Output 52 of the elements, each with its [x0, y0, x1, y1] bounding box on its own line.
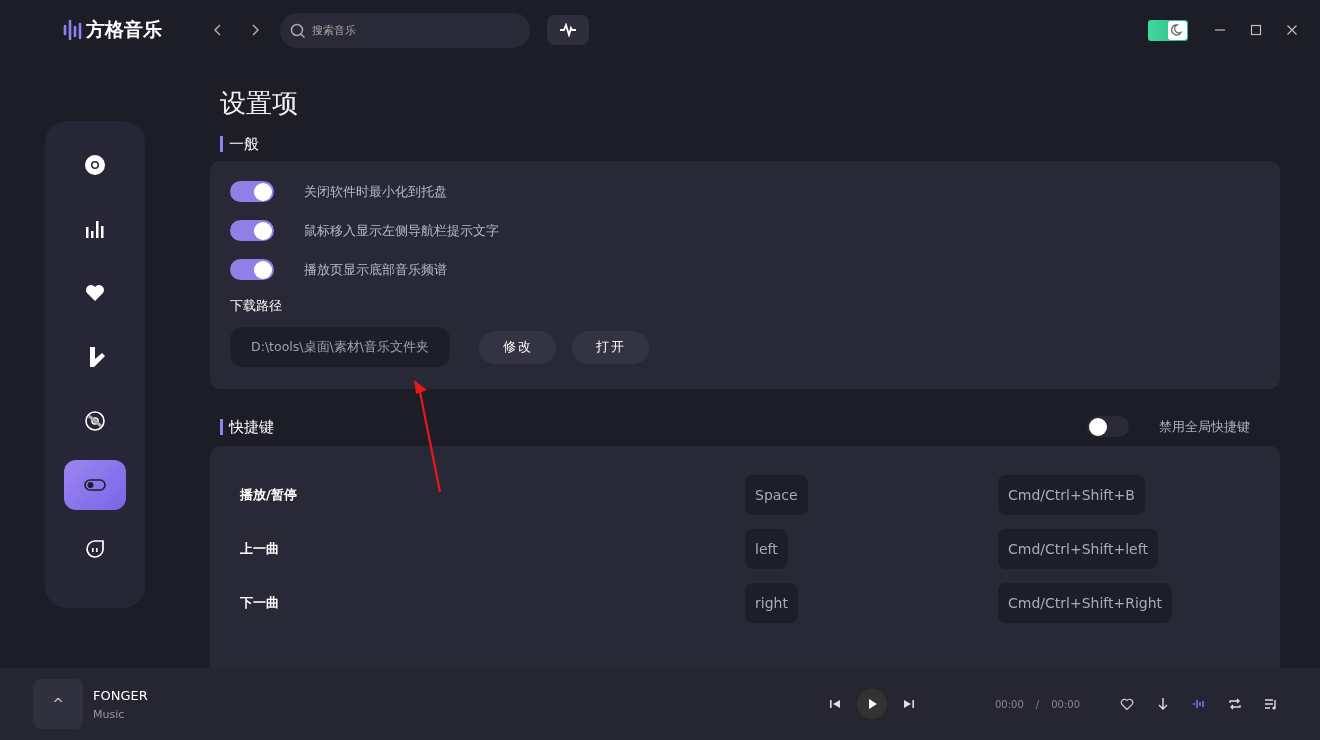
key-binding[interactable]: left: [745, 529, 788, 569]
disc-icon: [84, 154, 106, 176]
song-artist: Music: [93, 707, 126, 721]
time-separator: /: [1035, 698, 1040, 710]
logo-icon: [62, 18, 82, 42]
key-binding[interactable]: Cmd/Ctrl+Shift+Right: [998, 583, 1173, 623]
key-binding[interactable]: Cmd/Ctrl+Shift+left: [998, 529, 1158, 569]
app-name: 方格音乐: [86, 17, 162, 42]
repeat-icon[interactable]: [1228, 697, 1242, 711]
next-icon[interactable]: [902, 698, 915, 710]
option-label: 播放页显示底部音乐频谱: [304, 260, 447, 279]
toggle-switch[interactable]: [1087, 416, 1129, 437]
cover-button[interactable]: ^: [33, 679, 83, 729]
page-title: 设置项: [220, 87, 299, 120]
total-time: 00:00: [1051, 698, 1080, 710]
chat-bubble-icon: [84, 538, 106, 560]
heart-icon: [84, 282, 106, 304]
cd-icon: [84, 410, 106, 432]
maximize-icon[interactable]: [1250, 24, 1262, 36]
previous-icon[interactable]: [828, 698, 841, 710]
song-title: FONGER: [93, 687, 148, 703]
toggle-switch[interactable]: [230, 181, 274, 202]
path-field[interactable]: D:\tools\桌面\素材\音乐文件夹: [230, 327, 450, 367]
section-heading: 一般: [220, 136, 1280, 152]
pulse-icon: [559, 23, 577, 37]
field-label: 下载路径: [230, 297, 283, 315]
waveform-icon[interactable]: [1192, 697, 1206, 711]
key-binding[interactable]: Cmd/Ctrl+Shift+B: [998, 475, 1145, 515]
moon-icon: [1170, 23, 1185, 37]
bar-chart-icon: [84, 218, 106, 240]
heart-outline-icon[interactable]: [1120, 697, 1134, 711]
toggle-switch[interactable]: [230, 220, 274, 241]
waveform-button[interactable]: [547, 15, 589, 45]
path-button[interactable]: 打开: [572, 330, 649, 364]
toggle-label: 禁用全局快捷键: [1159, 417, 1250, 436]
shortcut-action: 下一曲: [240, 594, 280, 612]
theme-toggle[interactable]: [1148, 19, 1188, 41]
playlist-icon[interactable]: [1264, 697, 1278, 711]
path-button[interactable]: 修改: [479, 330, 556, 364]
close-icon[interactable]: [1286, 24, 1298, 36]
option-label: 关闭软件时最小化到托盘: [304, 182, 447, 201]
search-field[interactable]: 搜索音乐: [280, 12, 530, 48]
section-heading: 快捷键: [220, 418, 274, 435]
current-time: 00:00: [994, 698, 1024, 710]
download-icon[interactable]: [1156, 697, 1170, 711]
key-binding[interactable]: right: [745, 583, 798, 623]
play-button[interactable]: [856, 689, 887, 719]
toggle-switch[interactable]: [230, 259, 274, 280]
key-binding[interactable]: Space: [745, 475, 808, 515]
option-label: 鼠标移入显示左侧导航栏提示文字: [304, 221, 499, 240]
shortcut-action: 上一曲: [240, 540, 280, 558]
shortcut-action: 播放/暂停: [240, 486, 298, 504]
